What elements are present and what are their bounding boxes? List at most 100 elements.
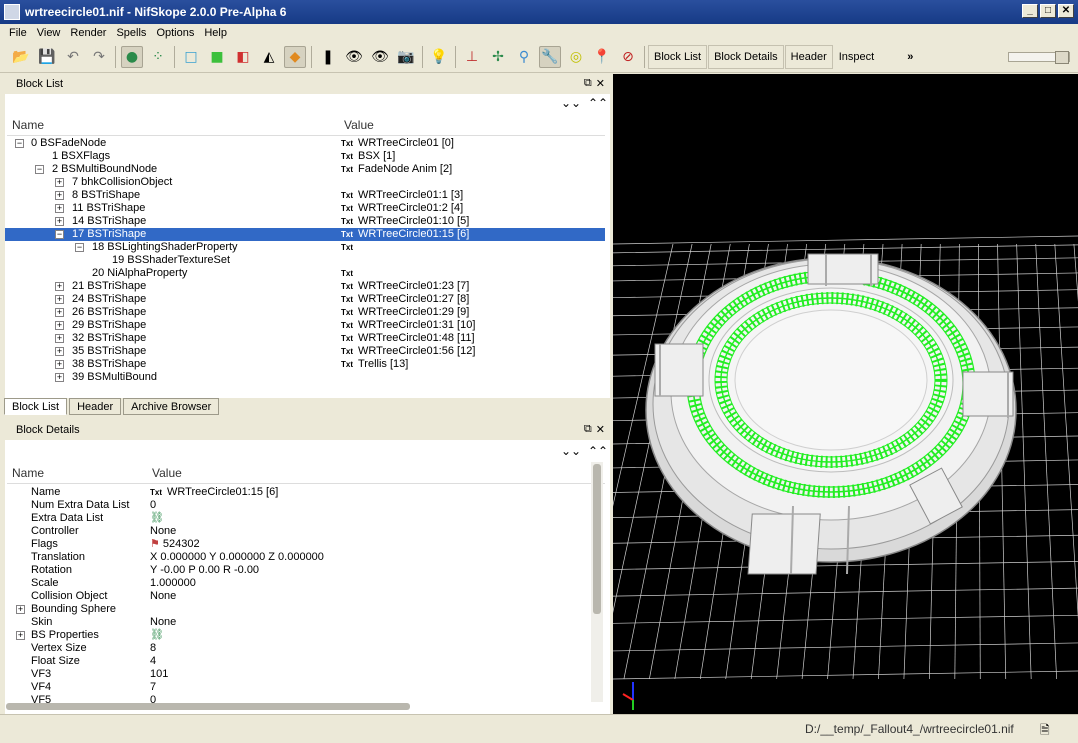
detail-row[interactable]: Num Extra Data List 0 xyxy=(5,499,590,512)
detail-row[interactable]: Skin None xyxy=(5,616,590,629)
collapse-all-icon[interactable]: ⌃⌃ xyxy=(588,444,608,458)
expand-icon[interactable]: + xyxy=(55,308,64,317)
detail-row[interactable]: Translation X 0.000000 Y 0.000000 Z 0.000… xyxy=(5,551,590,564)
expand-icon[interactable]: + xyxy=(16,631,25,640)
expand-icon[interactable]: + xyxy=(55,204,64,213)
block-list-row[interactable]: −2 BSMultiBoundNode Txt FadeNode Anim [2] xyxy=(5,163,605,176)
block-list-row[interactable]: +38 BSTriShape Txt Trellis [13] xyxy=(5,358,605,371)
expand-icon[interactable]: + xyxy=(55,334,64,343)
expand-icon[interactable]: + xyxy=(55,191,64,200)
collapse-icon[interactable]: − xyxy=(15,139,24,148)
detail-row[interactable]: Float Size 4 xyxy=(5,655,590,668)
side-view-icon[interactable]: ■ xyxy=(206,46,228,68)
expand-icon[interactable]: + xyxy=(55,217,64,226)
tab-archive-browser[interactable]: Archive Browser xyxy=(123,398,220,415)
collapse-all-icon[interactable]: ⌃⌃ xyxy=(588,96,608,110)
block-list-row[interactable]: +21 BSTriShape Txt WRTreeCircle01:23 [7] xyxy=(5,280,605,293)
close-panel-icon[interactable]: ✕ xyxy=(596,423,605,436)
undo-icon[interactable]: ↶ xyxy=(62,46,84,68)
inspect-button[interactable]: Inspect xyxy=(834,45,879,69)
block-list-row[interactable]: 1 BSXFlags Txt BSX [1] xyxy=(5,150,605,163)
details-hscrollbar[interactable] xyxy=(6,703,410,710)
close-button[interactable]: ✕ xyxy=(1058,4,1074,18)
perspective-icon[interactable]: ◆ xyxy=(284,46,306,68)
block-list-row[interactable]: +7 bhkCollisionObject xyxy=(5,176,605,189)
front-view-icon[interactable]: □ xyxy=(180,46,202,68)
marker-icon[interactable]: 📍 xyxy=(591,46,613,68)
menu-view[interactable]: View xyxy=(32,27,66,39)
menu-render[interactable]: Render xyxy=(65,27,111,39)
detail-row[interactable]: + Bounding Sphere xyxy=(5,603,590,616)
expand-icon[interactable]: + xyxy=(55,282,64,291)
collapse-icon[interactable]: − xyxy=(35,165,44,174)
menu-spells[interactable]: Spells xyxy=(111,27,151,39)
block-list-row[interactable]: +11 BSTriShape Txt WRTreeCircle01:2 [4] xyxy=(5,202,605,215)
column-name[interactable]: Name xyxy=(12,118,44,136)
block-list-row[interactable]: 19 BSShaderTextureSet xyxy=(5,254,605,267)
detail-row[interactable]: Controller None xyxy=(5,525,590,538)
block-list-row[interactable]: +35 BSTriShape Txt WRTreeCircle01:56 [12] xyxy=(5,345,605,358)
block-list-row[interactable]: +26 BSTriShape Txt WRTreeCircle01:29 [9] xyxy=(5,306,605,319)
screenshot-icon[interactable]: 📷 xyxy=(395,46,417,68)
block-list-row[interactable]: 20 NiAlphaProperty Txt xyxy=(5,267,605,280)
maximize-button[interactable]: □ xyxy=(1040,4,1056,18)
expand-icon[interactable]: + xyxy=(55,373,64,382)
menu-file[interactable]: File xyxy=(4,27,32,39)
detail-row[interactable]: Scale 1.000000 xyxy=(5,577,590,590)
expand-all-icon[interactable]: ⌄⌄ xyxy=(561,96,581,110)
menu-options[interactable]: Options xyxy=(151,27,199,39)
column-name[interactable]: Name xyxy=(12,466,44,484)
save-icon[interactable]: 💾 xyxy=(36,46,58,68)
flip-view-icon[interactable]: ◭ xyxy=(258,46,280,68)
toggle-block-list-button[interactable]: Block List xyxy=(648,45,708,69)
eye-hidden-icon[interactable]: 👁 xyxy=(369,46,391,68)
detail-row[interactable]: Collision Object None xyxy=(5,590,590,603)
toggle-header-button[interactable]: Header xyxy=(784,45,833,69)
hide-icon[interactable]: ⊘ xyxy=(617,46,639,68)
block-list-row[interactable]: −17 BSTriShape Txt WRTreeCircle01:15 [6] xyxy=(5,228,605,241)
light-icon[interactable]: 💡 xyxy=(428,46,450,68)
block-list-row[interactable]: +14 BSTriShape Txt WRTreeCircle01:10 [5] xyxy=(5,215,605,228)
column-value[interactable]: Value xyxy=(344,118,374,136)
expand-icon[interactable]: + xyxy=(55,178,64,187)
details-scrollbar[interactable] xyxy=(593,464,601,614)
detail-row[interactable]: Extra Data List ⛓ xyxy=(5,512,590,525)
block-list-row[interactable]: +32 BSTriShape Txt WRTreeCircle01:48 [11] xyxy=(5,332,605,345)
expand-icon[interactable]: + xyxy=(55,295,64,304)
expand-icon[interactable]: + xyxy=(55,321,64,330)
block-list-row[interactable]: +29 BSTriShape Txt WRTreeCircle01:31 [10] xyxy=(5,319,605,332)
tab-header[interactable]: Header xyxy=(69,398,122,415)
block-list-row[interactable]: +39 BSMultiBound xyxy=(5,371,605,384)
detail-row[interactable]: Rotation Y -0.00 P 0.00 R -0.00 xyxy=(5,564,590,577)
block-list-row[interactable]: −18 BSLightingShaderProperty Txt xyxy=(5,241,605,254)
textures-icon[interactable]: ● xyxy=(121,46,143,68)
toolbar-overflow-button[interactable]: » xyxy=(902,45,918,69)
detail-row[interactable]: VF3 101 xyxy=(5,668,590,681)
float-panel-icon[interactable]: ⧉ xyxy=(584,77,592,90)
tab-block-list[interactable]: Block List xyxy=(4,398,68,415)
detail-row[interactable]: + BS Properties ⛓ xyxy=(5,629,590,642)
wrench-icon[interactable]: 🔧 xyxy=(539,46,561,68)
minimize-button[interactable]: _ xyxy=(1022,4,1038,18)
center-icon[interactable]: ◎ xyxy=(565,46,587,68)
block-list-row[interactable]: +24 BSTriShape Txt WRTreeCircle01:27 [8] xyxy=(5,293,605,306)
slider-knob[interactable] xyxy=(1055,51,1069,64)
detail-row[interactable]: Name Txt WRTreeCircle01:15 [6] xyxy=(5,486,590,499)
detail-row[interactable]: Flags ⚑ 524302 xyxy=(5,538,590,551)
eye-icon[interactable]: 👁 xyxy=(343,46,365,68)
expand-all-icon[interactable]: ⌄⌄ xyxy=(561,444,581,458)
vertex-colors-icon[interactable]: ⁘ xyxy=(147,46,169,68)
detail-row[interactable]: VF4 7 xyxy=(5,681,590,694)
render-view[interactable] xyxy=(613,74,1078,714)
top-view-icon[interactable]: ◧ xyxy=(232,46,254,68)
block-list-row[interactable]: +8 BSTriShape Txt WRTreeCircle01:1 [3] xyxy=(5,189,605,202)
nodes-icon[interactable]: ✢ xyxy=(487,46,509,68)
toggle-block-details-button[interactable]: Block Details xyxy=(708,45,784,69)
block-list-row[interactable]: −0 BSFadeNode Txt WRTreeCircle01 [0] xyxy=(5,137,605,150)
expand-icon[interactable]: + xyxy=(55,347,64,356)
skeleton-icon[interactable]: ⚲ xyxy=(513,46,535,68)
expand-icon[interactable]: + xyxy=(16,605,25,614)
float-panel-icon[interactable]: ⧉ xyxy=(584,423,592,436)
menu-help[interactable]: Help xyxy=(199,27,232,39)
detail-row[interactable]: Vertex Size 8 xyxy=(5,642,590,655)
